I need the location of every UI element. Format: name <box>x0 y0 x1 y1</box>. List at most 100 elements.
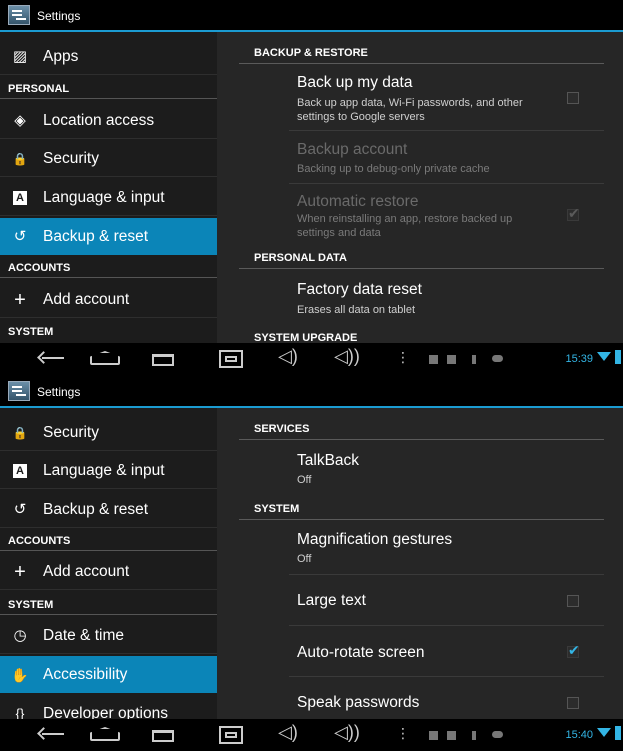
home-icon[interactable] <box>90 347 120 371</box>
nav-item-language-input[interactable]: A Language & input <box>0 452 217 489</box>
nav-item-label: Apps <box>43 48 79 65</box>
pref-title: Auto-rotate screen <box>297 644 425 661</box>
system-navigation-bar: ◁) ◁)) ⋮ 15:39 <box>0 343 623 375</box>
nav-item-label: Backup & reset <box>43 501 149 518</box>
nav-item-label: Language & input <box>43 189 165 206</box>
status-clock: 15:40 <box>565 729 593 741</box>
nav-item-label: Add account <box>43 563 130 580</box>
pref-magnification-gestures[interactable]: Magnification gestures Off <box>289 523 604 575</box>
recent-apps-icon[interactable] <box>150 723 176 747</box>
settings-app-icon[interactable] <box>8 5 30 25</box>
hand-icon: ✋ <box>11 667 29 683</box>
nav-header-accounts: ACCOUNTS <box>0 530 217 551</box>
pref-back-up-my-data[interactable]: Back up my data Back up app data, Wi-Fi … <box>289 68 604 131</box>
nav-item-security[interactable]: 🔒 Security <box>0 140 217 177</box>
settings-app-icon[interactable] <box>8 381 30 401</box>
volume-down-icon[interactable]: ◁) <box>278 346 298 370</box>
pref-title: TalkBack <box>297 452 360 469</box>
menu-icon[interactable]: ⋮ <box>396 725 410 749</box>
settings-nav-list[interactable]: 🔒 Security A Language & input ↺ Backup &… <box>0 408 217 719</box>
pref-title: Magnification gestures <box>297 531 453 548</box>
nav-header-label: PERSONAL <box>8 83 70 95</box>
volume-down-icon[interactable]: ◁) <box>278 722 298 746</box>
nav-item-label: Security <box>43 150 99 167</box>
pref-auto-rotate-screen[interactable]: Auto-rotate screen <box>289 627 604 677</box>
nav-header-label: ACCOUNTS <box>8 535 71 547</box>
home-icon[interactable] <box>90 723 120 747</box>
pref-summary: Erases all data on tablet <box>297 304 416 316</box>
nav-item-backup-reset[interactable]: ↺ Backup & reset <box>0 491 217 528</box>
volume-up-icon[interactable]: ◁)) <box>334 722 360 746</box>
settings-screen-backup: Settings ▨ Apps PERSONAL ◈ Location acce… <box>0 0 623 375</box>
back-icon[interactable] <box>38 347 66 371</box>
clock-icon: ◷ <box>13 627 27 644</box>
backup-data-checkbox[interactable] <box>567 92 579 104</box>
nav-header-label: SYSTEM <box>8 599 54 611</box>
nav-item-language-input[interactable]: A Language & input <box>0 179 217 216</box>
notification-icon <box>447 731 456 740</box>
wifi-icon <box>597 352 611 361</box>
pref-title: Speak passwords <box>297 694 420 711</box>
settings-detail-pane[interactable]: SERVICES TalkBack Off SYSTEM Magnificati… <box>217 408 623 719</box>
usb-icon <box>472 731 476 740</box>
action-bar: Settings <box>0 0 623 32</box>
add-icon: + <box>14 289 26 311</box>
section-header-label: PERSONAL DATA <box>254 252 347 264</box>
usb-icon <box>472 355 476 364</box>
action-bar-title: Settings <box>37 9 81 23</box>
backup-icon: ↺ <box>13 228 27 245</box>
nav-item-accessibility[interactable]: ✋ Accessibility <box>0 656 217 693</box>
pref-title: Automatic restore <box>297 193 419 210</box>
nav-item-date-time[interactable]: ◷ Date & time <box>0 617 217 654</box>
nav-item-developer-options[interactable]: {} Developer options <box>0 695 217 719</box>
section-header-system: SYSTEM <box>239 498 604 520</box>
pref-large-text[interactable]: Large text <box>289 576 604 626</box>
pref-speak-passwords[interactable]: Speak passwords <box>289 678 604 719</box>
pref-title: Back up my data <box>297 74 413 91</box>
pref-summary: Off <box>297 474 312 486</box>
nav-item-add-account[interactable]: + Add account <box>0 281 217 318</box>
pref-factory-data-reset[interactable]: Factory data reset Erases all data on ta… <box>289 272 604 324</box>
volume-up-icon[interactable]: ◁)) <box>334 346 360 370</box>
automatic-restore-checkbox <box>567 205 580 222</box>
nav-item-label: Backup & reset <box>43 228 149 245</box>
settings-nav-list[interactable]: ▨ Apps PERSONAL ◈ Location access 🔒 Secu… <box>0 32 217 343</box>
pref-summary: Backing up to debug-only private cache <box>297 163 490 175</box>
settings-screen-accessibility: Settings 🔒 Security A Language & input ↺… <box>0 376 623 751</box>
section-header-backup-restore: BACKUP & RESTORE <box>239 42 604 64</box>
battery-icon <box>615 350 621 364</box>
nav-item-location-access[interactable]: ◈ Location access <box>0 102 217 139</box>
nav-item-security[interactable]: 🔒 Security <box>0 414 217 451</box>
pref-summary: Back up app data, Wi-Fi passwords, and o… <box>297 97 523 123</box>
notification-icon <box>429 355 438 364</box>
back-icon[interactable] <box>38 723 66 747</box>
keyboard-icon: A <box>13 464 27 478</box>
nav-item-label: Accessibility <box>43 666 128 683</box>
nav-item-label: Security <box>43 424 99 441</box>
pref-talkback[interactable]: TalkBack Off <box>289 444 604 496</box>
screenshot-icon[interactable] <box>218 347 244 371</box>
recent-apps-icon[interactable] <box>150 347 176 371</box>
nav-item-backup-reset[interactable]: ↺ Backup & reset <box>0 218 217 255</box>
add-icon: + <box>14 561 26 583</box>
nav-item-apps[interactable]: ▨ Apps <box>0 38 217 75</box>
nav-header-accounts: ACCOUNTS <box>0 257 217 278</box>
speak-passwords-checkbox[interactable] <box>567 697 579 709</box>
apps-icon: ▨ <box>12 48 28 65</box>
pref-title: Backup account <box>297 141 408 158</box>
lock-icon: 🔒 <box>12 426 28 440</box>
pref-summary: When reinstalling an app, restore backed… <box>297 213 513 239</box>
nav-item-label: Date & time <box>43 627 124 644</box>
settings-detail-pane[interactable]: BACKUP & RESTORE Back up my data Back up… <box>217 32 623 343</box>
menu-icon[interactable]: ⋮ <box>396 349 410 373</box>
notification-icon <box>429 731 438 740</box>
backup-icon: ↺ <box>13 501 27 518</box>
nav-item-add-account[interactable]: + Add account <box>0 553 217 590</box>
status-clock: 15:39 <box>565 353 593 365</box>
action-bar-title: Settings <box>37 385 81 399</box>
large-text-checkbox[interactable] <box>567 595 579 607</box>
section-header-services: SERVICES <box>239 418 604 440</box>
screenshot-icon[interactable] <box>218 723 244 747</box>
auto-rotate-checkbox[interactable] <box>567 642 580 659</box>
pref-automatic-restore: Automatic restore When reinstalling an a… <box>289 185 604 247</box>
